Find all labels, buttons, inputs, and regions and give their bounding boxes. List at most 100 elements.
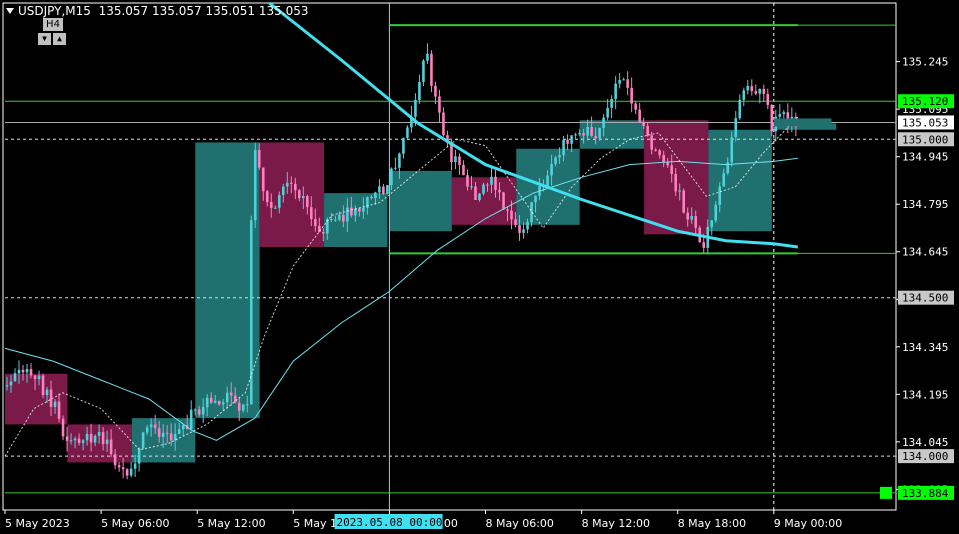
- candle-body-159: [642, 122, 645, 127]
- candle-body-182: [734, 118, 738, 138]
- price-label-3: 134.500: [902, 292, 948, 305]
- candle-body-116: [470, 186, 473, 188]
- h4-box-1: [67, 424, 132, 463]
- candle-body-18: [77, 438, 81, 443]
- candle-body-186: [750, 85, 754, 92]
- candle-body-108: [438, 96, 441, 113]
- candle-body-185: [746, 85, 750, 91]
- candle-body-130: [526, 221, 529, 230]
- candle-body-23: [97, 432, 101, 436]
- candle-body-98: [398, 153, 401, 168]
- candle-body-183: [738, 99, 742, 119]
- candle-body-166: [670, 165, 673, 175]
- candle-body-106: [430, 53, 433, 86]
- candle-body-72: [294, 183, 297, 191]
- price-chart[interactable]: 135.245135.095134.945134.795134.645134.4…: [0, 0, 959, 534]
- candle-body-162: [654, 149, 657, 151]
- candle-body-194: [782, 112, 786, 115]
- candle-body-76: [310, 207, 313, 220]
- candle-body-19: [81, 440, 85, 443]
- candle-body-2: [13, 373, 17, 382]
- y-tick-label-6: 134.345: [902, 341, 948, 354]
- candle-body-70: [285, 182, 289, 187]
- candle-body-188: [758, 88, 762, 94]
- candle-body-165: [666, 162, 669, 166]
- candle-body-64: [261, 167, 265, 192]
- candle-body-139: [562, 139, 565, 156]
- crosshair-time-label: 2023.05.08 00:00: [337, 516, 443, 529]
- candle-body-138: [558, 155, 561, 158]
- candle-body-144: [582, 132, 585, 136]
- candle-body-87: [354, 208, 357, 216]
- timeframe-up-button[interactable]: ▲: [53, 33, 66, 45]
- bottom-level-marker: [880, 486, 892, 499]
- candle-body-117: [474, 186, 477, 200]
- candle-body-146: [590, 126, 593, 136]
- candle-body-158: [638, 109, 641, 123]
- candle-body-57: [233, 395, 237, 403]
- candle-body-151: [610, 98, 613, 108]
- timeframe-label: H4: [43, 18, 63, 31]
- candle-body-128: [518, 225, 521, 233]
- candle-body-74: [302, 196, 305, 199]
- candle-body-178: [718, 186, 722, 205]
- candle-body-155: [626, 79, 629, 88]
- x-tick-label-0: 5 May 2023: [5, 517, 70, 530]
- candle-body-32: [133, 463, 137, 469]
- candle-body-148: [598, 127, 601, 139]
- candle-body-141: [570, 135, 573, 144]
- candle-body-135: [546, 175, 549, 187]
- candle-body-63: [257, 150, 261, 168]
- candle-body-47: [193, 409, 197, 411]
- y-tick-label-3: 134.795: [902, 198, 948, 211]
- candle-body-65: [265, 191, 269, 203]
- candle-body-88: [358, 208, 361, 212]
- candle-body-27: [113, 454, 117, 466]
- candle-body-66: [269, 202, 273, 208]
- timeframe-selector: H4 ▼ ▲: [38, 18, 70, 46]
- candle-body-189: [762, 88, 766, 94]
- candle-body-49: [201, 407, 205, 415]
- chart-window[interactable]: 135.245135.095134.945134.795134.645134.4…: [0, 0, 959, 534]
- chart-menu-triangle-icon[interactable]: [6, 8, 14, 14]
- y-tick-label-2: 134.945: [902, 151, 948, 164]
- candle-body-174: [702, 242, 706, 248]
- candle-body-126: [510, 210, 513, 220]
- candle-body-17: [73, 438, 77, 441]
- x-tick-label-8: 9 May 00:00: [774, 517, 842, 530]
- candle-body-167: [674, 174, 677, 192]
- candle-body-75: [306, 196, 309, 208]
- candle-body-143: [578, 132, 581, 135]
- candle-body-6: [29, 369, 33, 376]
- candle-body-103: [418, 82, 421, 100]
- candle-body-34: [141, 432, 145, 449]
- candle-body-176: [710, 220, 714, 227]
- price-label-5: 133.884: [902, 487, 949, 500]
- candle-body-154: [622, 79, 625, 81]
- y-tick-label-0: 135.245: [902, 56, 948, 69]
- h4-box-4: [259, 142, 325, 247]
- candle-body-81: [330, 219, 333, 221]
- h4-box-7: [451, 177, 517, 225]
- candle-body-77: [314, 219, 317, 226]
- ohlc-readout: 135.057 135.057 135.051 135.053: [98, 4, 309, 18]
- candle-body-60: [245, 404, 249, 406]
- candle-body-153: [618, 80, 621, 84]
- candle-body-179: [722, 173, 726, 187]
- candle-body-14: [61, 418, 65, 437]
- candle-body-38: [157, 428, 161, 437]
- candle-body-43: [177, 429, 181, 434]
- candle-body-168: [678, 190, 682, 192]
- candle-body-99: [402, 137, 405, 154]
- y-tick-label-4: 134.645: [902, 246, 948, 259]
- candle-body-52: [213, 400, 217, 403]
- x-tick-label-2: 5 May 12:00: [197, 517, 265, 530]
- timeframe-down-button[interactable]: ▼: [38, 33, 51, 45]
- candle-body-123: [498, 189, 501, 193]
- candle-body-33: [137, 448, 141, 464]
- candle-body-28: [117, 465, 121, 468]
- candle-body-82: [334, 219, 337, 221]
- candle-body-121: [490, 176, 493, 185]
- candle-body-71: [289, 182, 293, 184]
- candle-body-118: [478, 193, 481, 200]
